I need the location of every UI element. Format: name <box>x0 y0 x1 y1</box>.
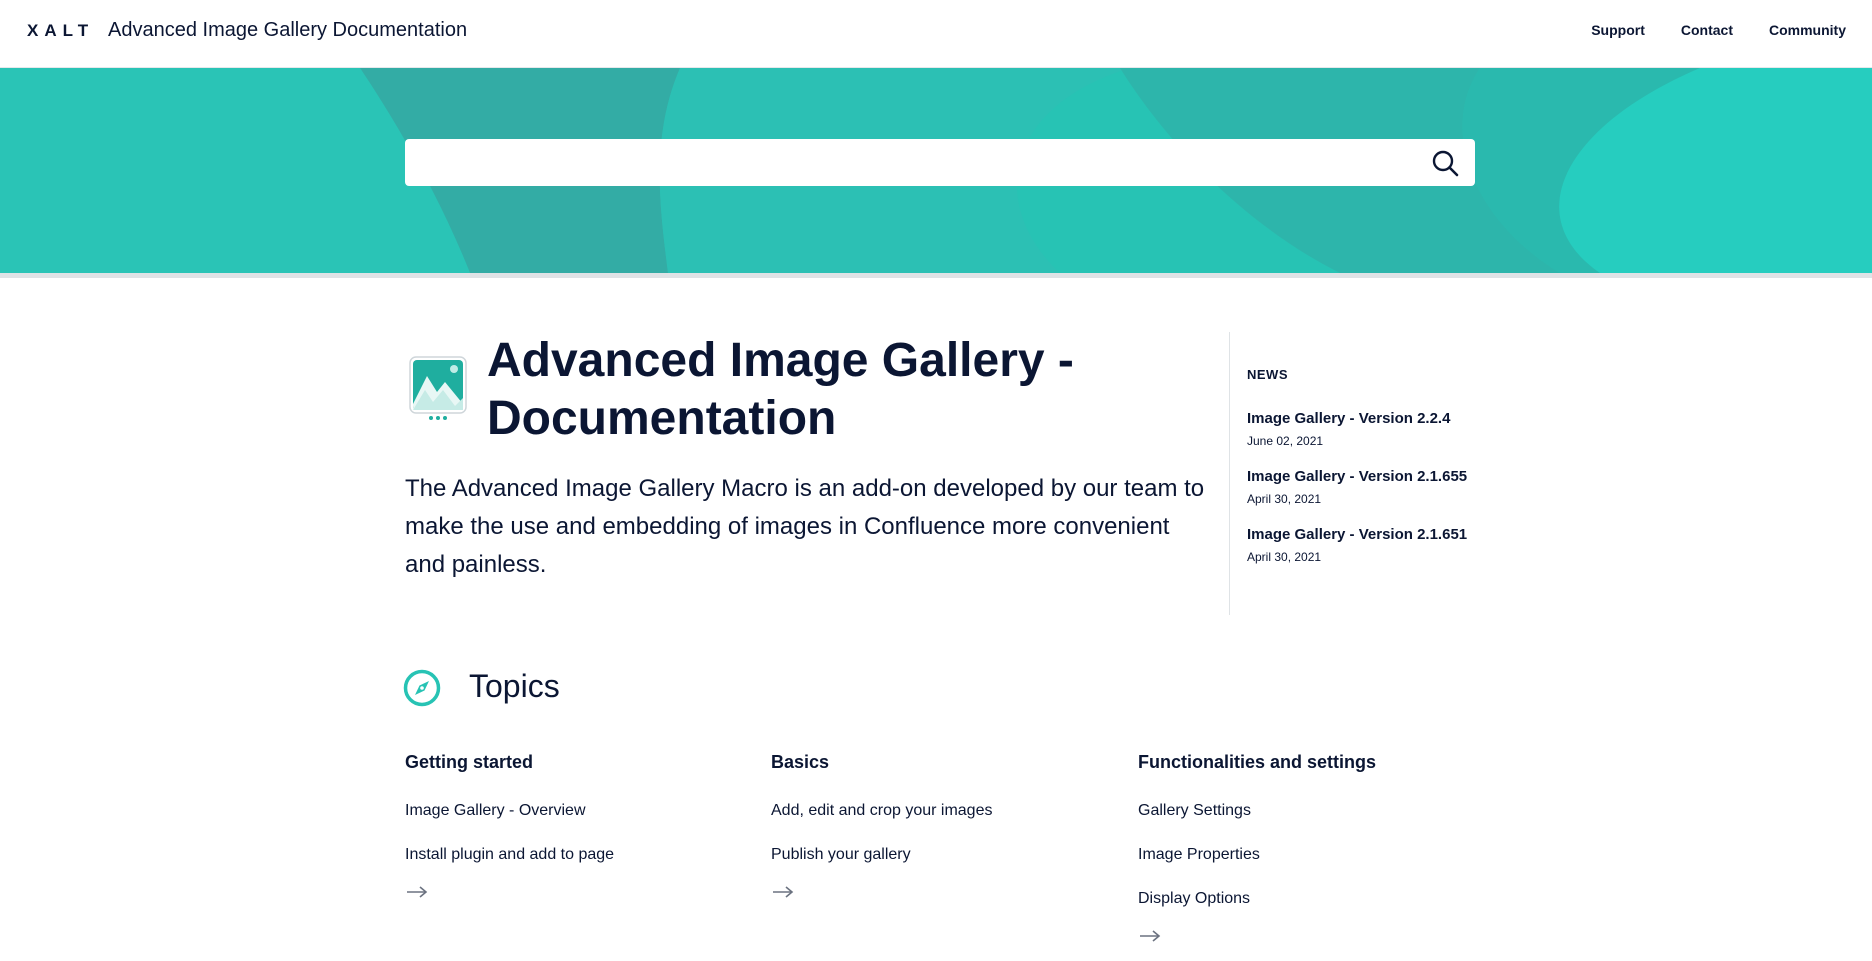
nav-support-link[interactable]: Support <box>1591 22 1645 38</box>
topic-link[interactable]: Publish your gallery <box>771 842 1101 867</box>
news-item: Image Gallery - Version 2.2.4 June 02, 2… <box>1247 410 1487 448</box>
top-navigation-bar: XALT Advanced Image Gallery Documentatio… <box>0 0 1872 68</box>
xalt-logo[interactable]: XALT <box>27 21 94 41</box>
topic-link[interactable]: Image Properties <box>1138 842 1468 867</box>
news-item-date: June 02, 2021 <box>1247 434 1324 448</box>
topic-link[interactable]: Gallery Settings <box>1138 798 1468 823</box>
arrow-right-icon[interactable] <box>1138 928 1162 944</box>
topic-column-basics: Basics Add, edit and crop your images Pu… <box>771 752 1101 900</box>
search-input[interactable] <box>405 139 1415 186</box>
news-item-title[interactable]: Image Gallery - Version 2.1.655 <box>1247 468 1487 485</box>
arrow-right-icon[interactable] <box>771 884 795 900</box>
news-item: Image Gallery - Version 2.1.655 April 30… <box>1247 468 1487 506</box>
topic-link[interactable]: Display Options <box>1138 886 1468 911</box>
topic-link[interactable]: Image Gallery - Overview <box>405 798 735 823</box>
news-item-date: April 30, 2021 <box>1247 550 1322 564</box>
search-button[interactable] <box>1415 139 1475 186</box>
news-item-title[interactable]: Image Gallery - Version 2.1.651 <box>1247 526 1487 543</box>
page-title: Advanced Image Gallery - Documentation <box>487 334 1074 445</box>
news-item: Image Gallery - Version 2.1.651 April 30… <box>1247 526 1487 564</box>
topic-link[interactable]: Install plugin and add to page <box>405 842 735 867</box>
news-item-title[interactable]: Image Gallery - Version 2.2.4 <box>1247 410 1487 427</box>
site-title[interactable]: Advanced Image Gallery Documentation <box>108 19 467 42</box>
top-nav: Support Contact Community <box>1555 22 1846 38</box>
news-panel: NEWS Image Gallery - Version 2.2.4 June … <box>1229 332 1479 615</box>
nav-contact-link[interactable]: Contact <box>1681 22 1733 38</box>
intro-paragraph: The Advanced Image Gallery Macro is an a… <box>405 475 1205 578</box>
topic-column-getting-started: Getting started Image Gallery - Overview… <box>405 752 735 900</box>
topic-column-heading: Basics <box>771 752 830 772</box>
compass-icon <box>403 669 441 707</box>
topic-column-heading: Functionalities and settings <box>1138 752 1377 772</box>
topics-title: Topics <box>469 668 560 704</box>
hero-divider <box>0 273 1872 278</box>
nav-community-link[interactable]: Community <box>1769 22 1846 38</box>
image-gallery-app-icon <box>409 356 467 420</box>
news-item-date: April 30, 2021 <box>1247 492 1322 506</box>
topic-link[interactable]: Add, edit and crop your images <box>771 798 1101 823</box>
search-bar <box>405 139 1475 186</box>
topic-column-heading: Getting started <box>405 752 534 772</box>
search-icon <box>1432 150 1459 176</box>
arrow-right-icon[interactable] <box>405 884 429 900</box>
news-heading: NEWS <box>1247 367 1288 382</box>
topic-column-functionalities: Functionalities and settings Gallery Set… <box>1138 752 1468 944</box>
